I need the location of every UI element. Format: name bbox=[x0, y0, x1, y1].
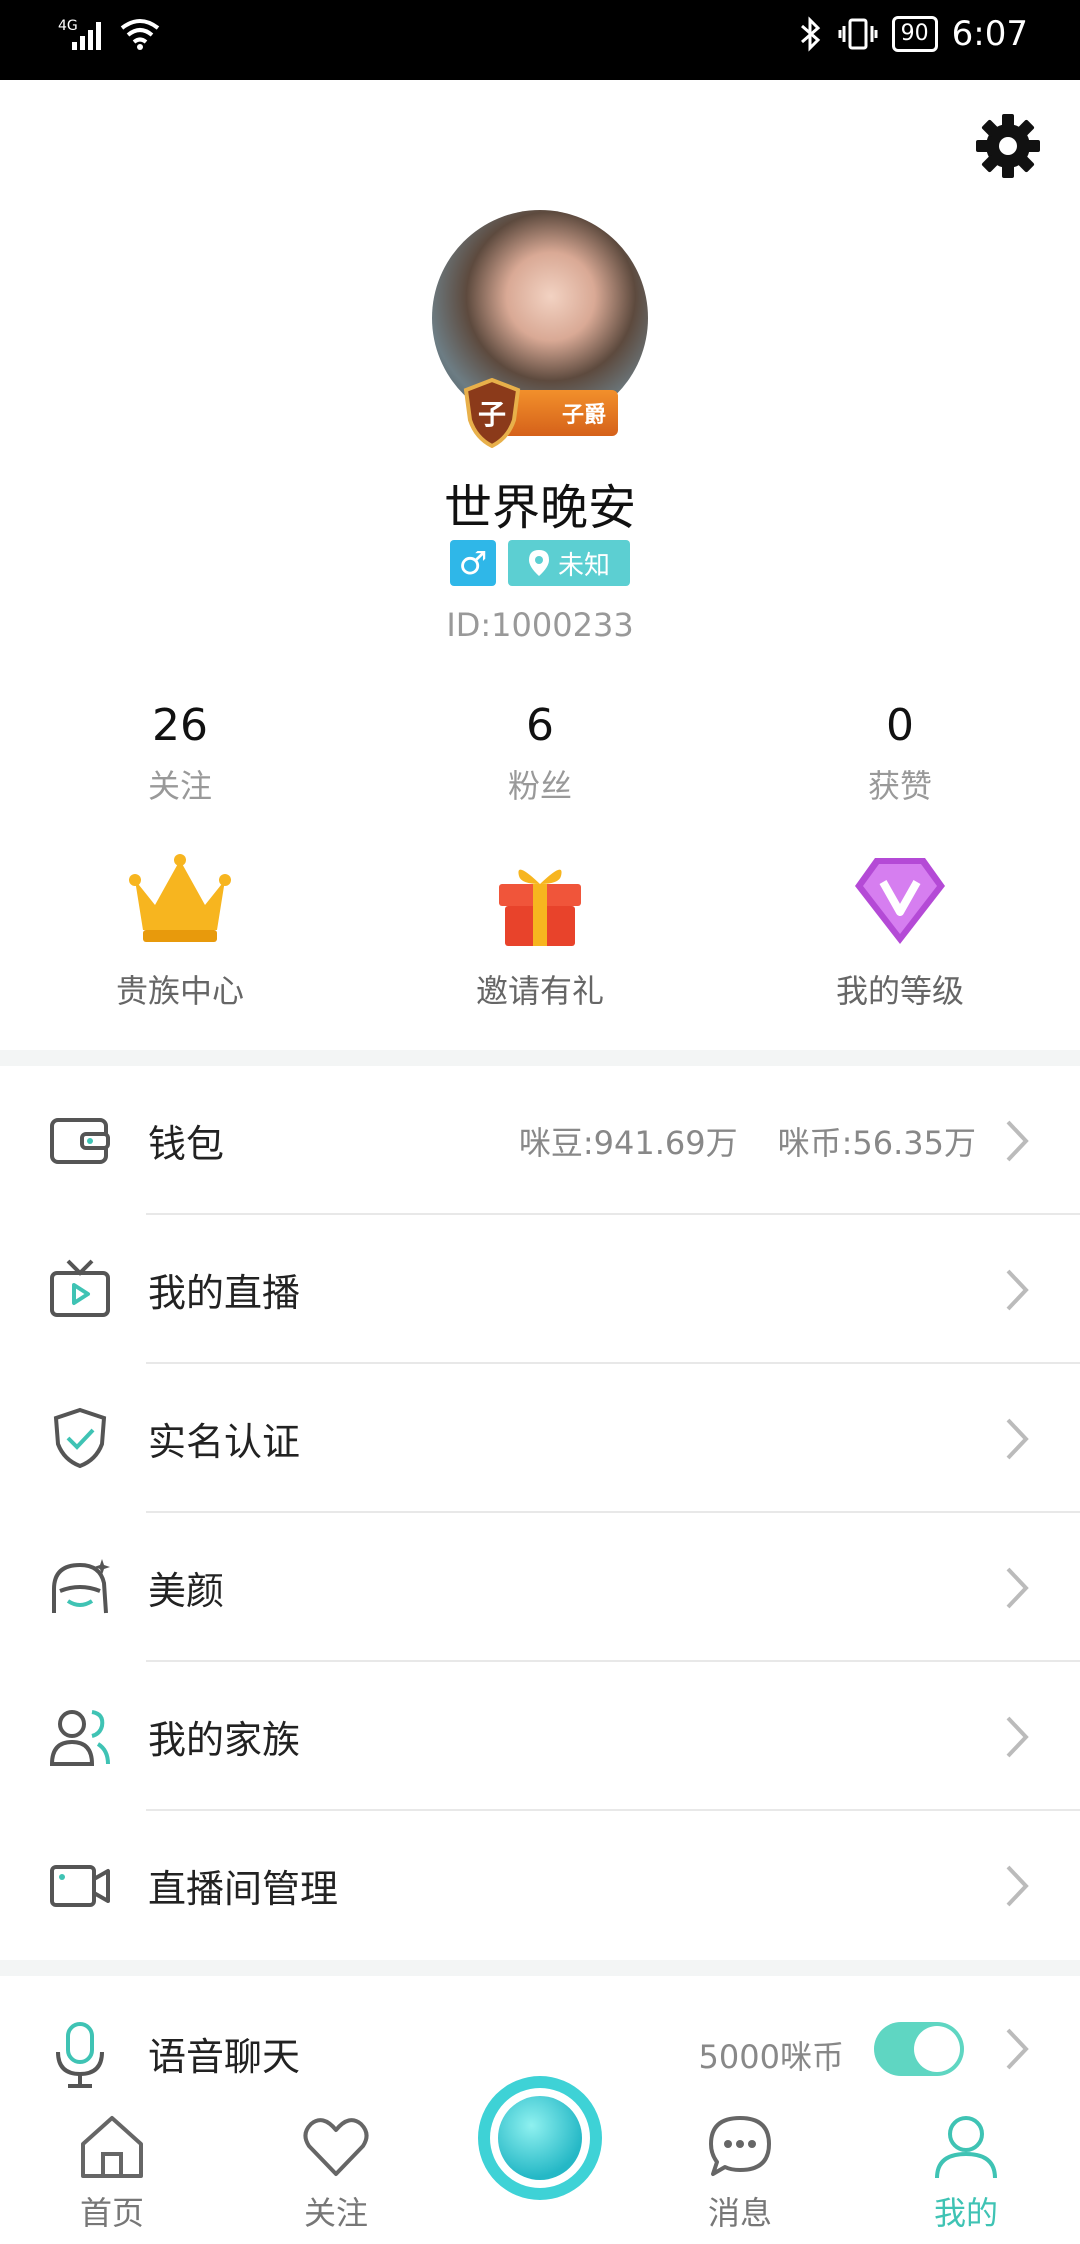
menu-item-room-manage[interactable]: 直播间管理 bbox=[0, 1811, 1080, 1960]
tab-label: 消息 bbox=[707, 2194, 772, 2232]
tab-mine[interactable]: 我的 bbox=[896, 2110, 1036, 2234]
stats-row: 26 关注 6 粉丝 0 获赞 bbox=[0, 700, 1080, 807]
feature-row: 贵族中心 邀请有礼 我的等级 bbox=[0, 850, 1080, 1012]
gender-tag: ♂ bbox=[449, 540, 496, 586]
user-icon bbox=[935, 2116, 997, 2179]
menu-item-family[interactable]: 我的家族 bbox=[0, 1662, 1080, 1811]
camera-lens-icon bbox=[498, 2096, 582, 2180]
location-text: 未知 bbox=[557, 550, 610, 581]
battery-level: 90 bbox=[900, 21, 929, 46]
tab-label: 首页 bbox=[79, 2194, 144, 2232]
video-camera-icon bbox=[50, 1865, 110, 1907]
settings-menu: 钱包 咪豆:941.69万 咪币:56.35万 我的直播 实名认证 美颜 我的家… bbox=[0, 1066, 1080, 1960]
section-divider bbox=[0, 1960, 1080, 1976]
stat-label: 获赞 bbox=[867, 767, 932, 805]
rank-badge-label: 子爵 bbox=[561, 403, 606, 428]
bluetooth-icon bbox=[800, 16, 820, 52]
family-icon bbox=[49, 1710, 110, 1766]
feature-label: 我的等级 bbox=[835, 972, 964, 1010]
stat-label: 关注 bbox=[147, 767, 212, 805]
chevron-right-icon bbox=[1006, 1567, 1029, 1609]
chevron-right-icon bbox=[1006, 1865, 1029, 1907]
tab-follow[interactable]: 关注 bbox=[266, 2110, 406, 2234]
status-right: 90 6:07 bbox=[798, 14, 1028, 54]
tab-home[interactable]: 首页 bbox=[42, 2110, 182, 2234]
feature-label: 邀请有礼 bbox=[475, 972, 604, 1010]
chevron-right-icon bbox=[1006, 1418, 1029, 1460]
chevron-right-icon bbox=[1006, 1716, 1029, 1758]
chevron-right-icon bbox=[1006, 1269, 1029, 1311]
microphone-icon bbox=[56, 2022, 104, 2088]
stat-likes[interactable]: 0 获赞 bbox=[720, 700, 1080, 807]
username: 世界晚安 bbox=[443, 480, 636, 536]
tab-messages[interactable]: 消息 bbox=[670, 2110, 810, 2234]
crown-icon bbox=[129, 854, 231, 942]
wallet-icon bbox=[50, 1118, 110, 1164]
go-live-button[interactable] bbox=[478, 2076, 602, 2200]
shield-icon: 子 bbox=[463, 378, 521, 448]
stat-value: 26 bbox=[152, 700, 208, 751]
location-tag: 未知 bbox=[507, 540, 630, 586]
menu-label: 美颜 bbox=[148, 1569, 225, 1613]
vibrate-icon bbox=[838, 18, 878, 50]
menu-label: 钱包 bbox=[148, 1122, 225, 1166]
tv-play-icon bbox=[50, 1259, 110, 1317]
avatar-container[interactable]: 子爵 子 bbox=[432, 210, 648, 448]
menu-item-beauty[interactable]: 美颜 bbox=[0, 1513, 1080, 1662]
status-bar: 4G 90 6:07 bbox=[0, 0, 1080, 80]
voice-chat-price: 5000咪币 bbox=[698, 2038, 844, 2076]
shield-check-icon bbox=[53, 1407, 107, 1469]
menu-label: 我的家族 bbox=[148, 1718, 301, 1762]
voice-chat-toggle[interactable] bbox=[874, 2022, 964, 2076]
heart-icon bbox=[303, 2118, 369, 2176]
gear-icon[interactable] bbox=[972, 110, 1044, 182]
stat-fans[interactable]: 6 粉丝 bbox=[360, 700, 720, 807]
section-divider bbox=[0, 1050, 1080, 1066]
user-id: ID:1000233 bbox=[446, 606, 634, 644]
tab-label: 我的 bbox=[933, 2194, 998, 2232]
battery-indicator: 90 bbox=[891, 16, 938, 52]
wifi-icon bbox=[120, 19, 160, 50]
menu-item-real-name[interactable]: 实名认证 bbox=[0, 1364, 1080, 1513]
stat-following[interactable]: 26 关注 bbox=[0, 700, 360, 807]
menu-label: 我的直播 bbox=[148, 1271, 301, 1315]
toggle-knob bbox=[914, 2026, 960, 2072]
wallet-beans: 咪豆:941.69万 bbox=[518, 1123, 738, 1162]
profile-tags: ♂ 未知 bbox=[0, 540, 1080, 586]
diamond-v-icon bbox=[855, 858, 945, 944]
menu-label: 实名认证 bbox=[148, 1420, 301, 1464]
menu-label: 直播间管理 bbox=[148, 1867, 339, 1911]
rank-shield-char: 子 bbox=[478, 398, 506, 431]
feature-label: 贵族中心 bbox=[115, 972, 244, 1010]
home-icon bbox=[81, 2116, 143, 2178]
location-pin-icon bbox=[528, 550, 549, 576]
beauty-face-icon bbox=[52, 1559, 110, 1614]
menu-label: 语音聊天 bbox=[148, 2035, 301, 2079]
feature-my-level[interactable]: 我的等级 bbox=[720, 850, 1080, 1012]
wallet-coins: 咪币:56.35万 bbox=[777, 1123, 976, 1162]
male-icon: ♂ bbox=[458, 544, 488, 582]
stat-label: 粉丝 bbox=[507, 767, 572, 805]
wallet-balances: 咪豆:941.69万 咪币:56.35万 bbox=[519, 1118, 976, 1164]
menu-item-my-live[interactable]: 我的直播 bbox=[0, 1215, 1080, 1364]
feature-invite-gift[interactable]: 邀请有礼 bbox=[360, 850, 720, 1012]
status-time: 6:07 bbox=[951, 14, 1028, 54]
status-left: 4G bbox=[58, 14, 160, 54]
chevron-right-icon bbox=[1006, 2028, 1029, 2070]
stat-value: 0 bbox=[886, 700, 914, 751]
stat-value: 6 bbox=[526, 700, 554, 751]
chevron-right-icon bbox=[1006, 1120, 1029, 1162]
tab-label: 关注 bbox=[303, 2194, 368, 2232]
gift-icon bbox=[499, 869, 581, 946]
cell-signal-icon: 4G bbox=[58, 14, 110, 54]
menu-item-wallet[interactable]: 钱包 咪豆:941.69万 咪币:56.35万 bbox=[0, 1066, 1080, 1215]
message-icon bbox=[709, 2116, 771, 2176]
feature-noble-center[interactable]: 贵族中心 bbox=[0, 850, 360, 1012]
